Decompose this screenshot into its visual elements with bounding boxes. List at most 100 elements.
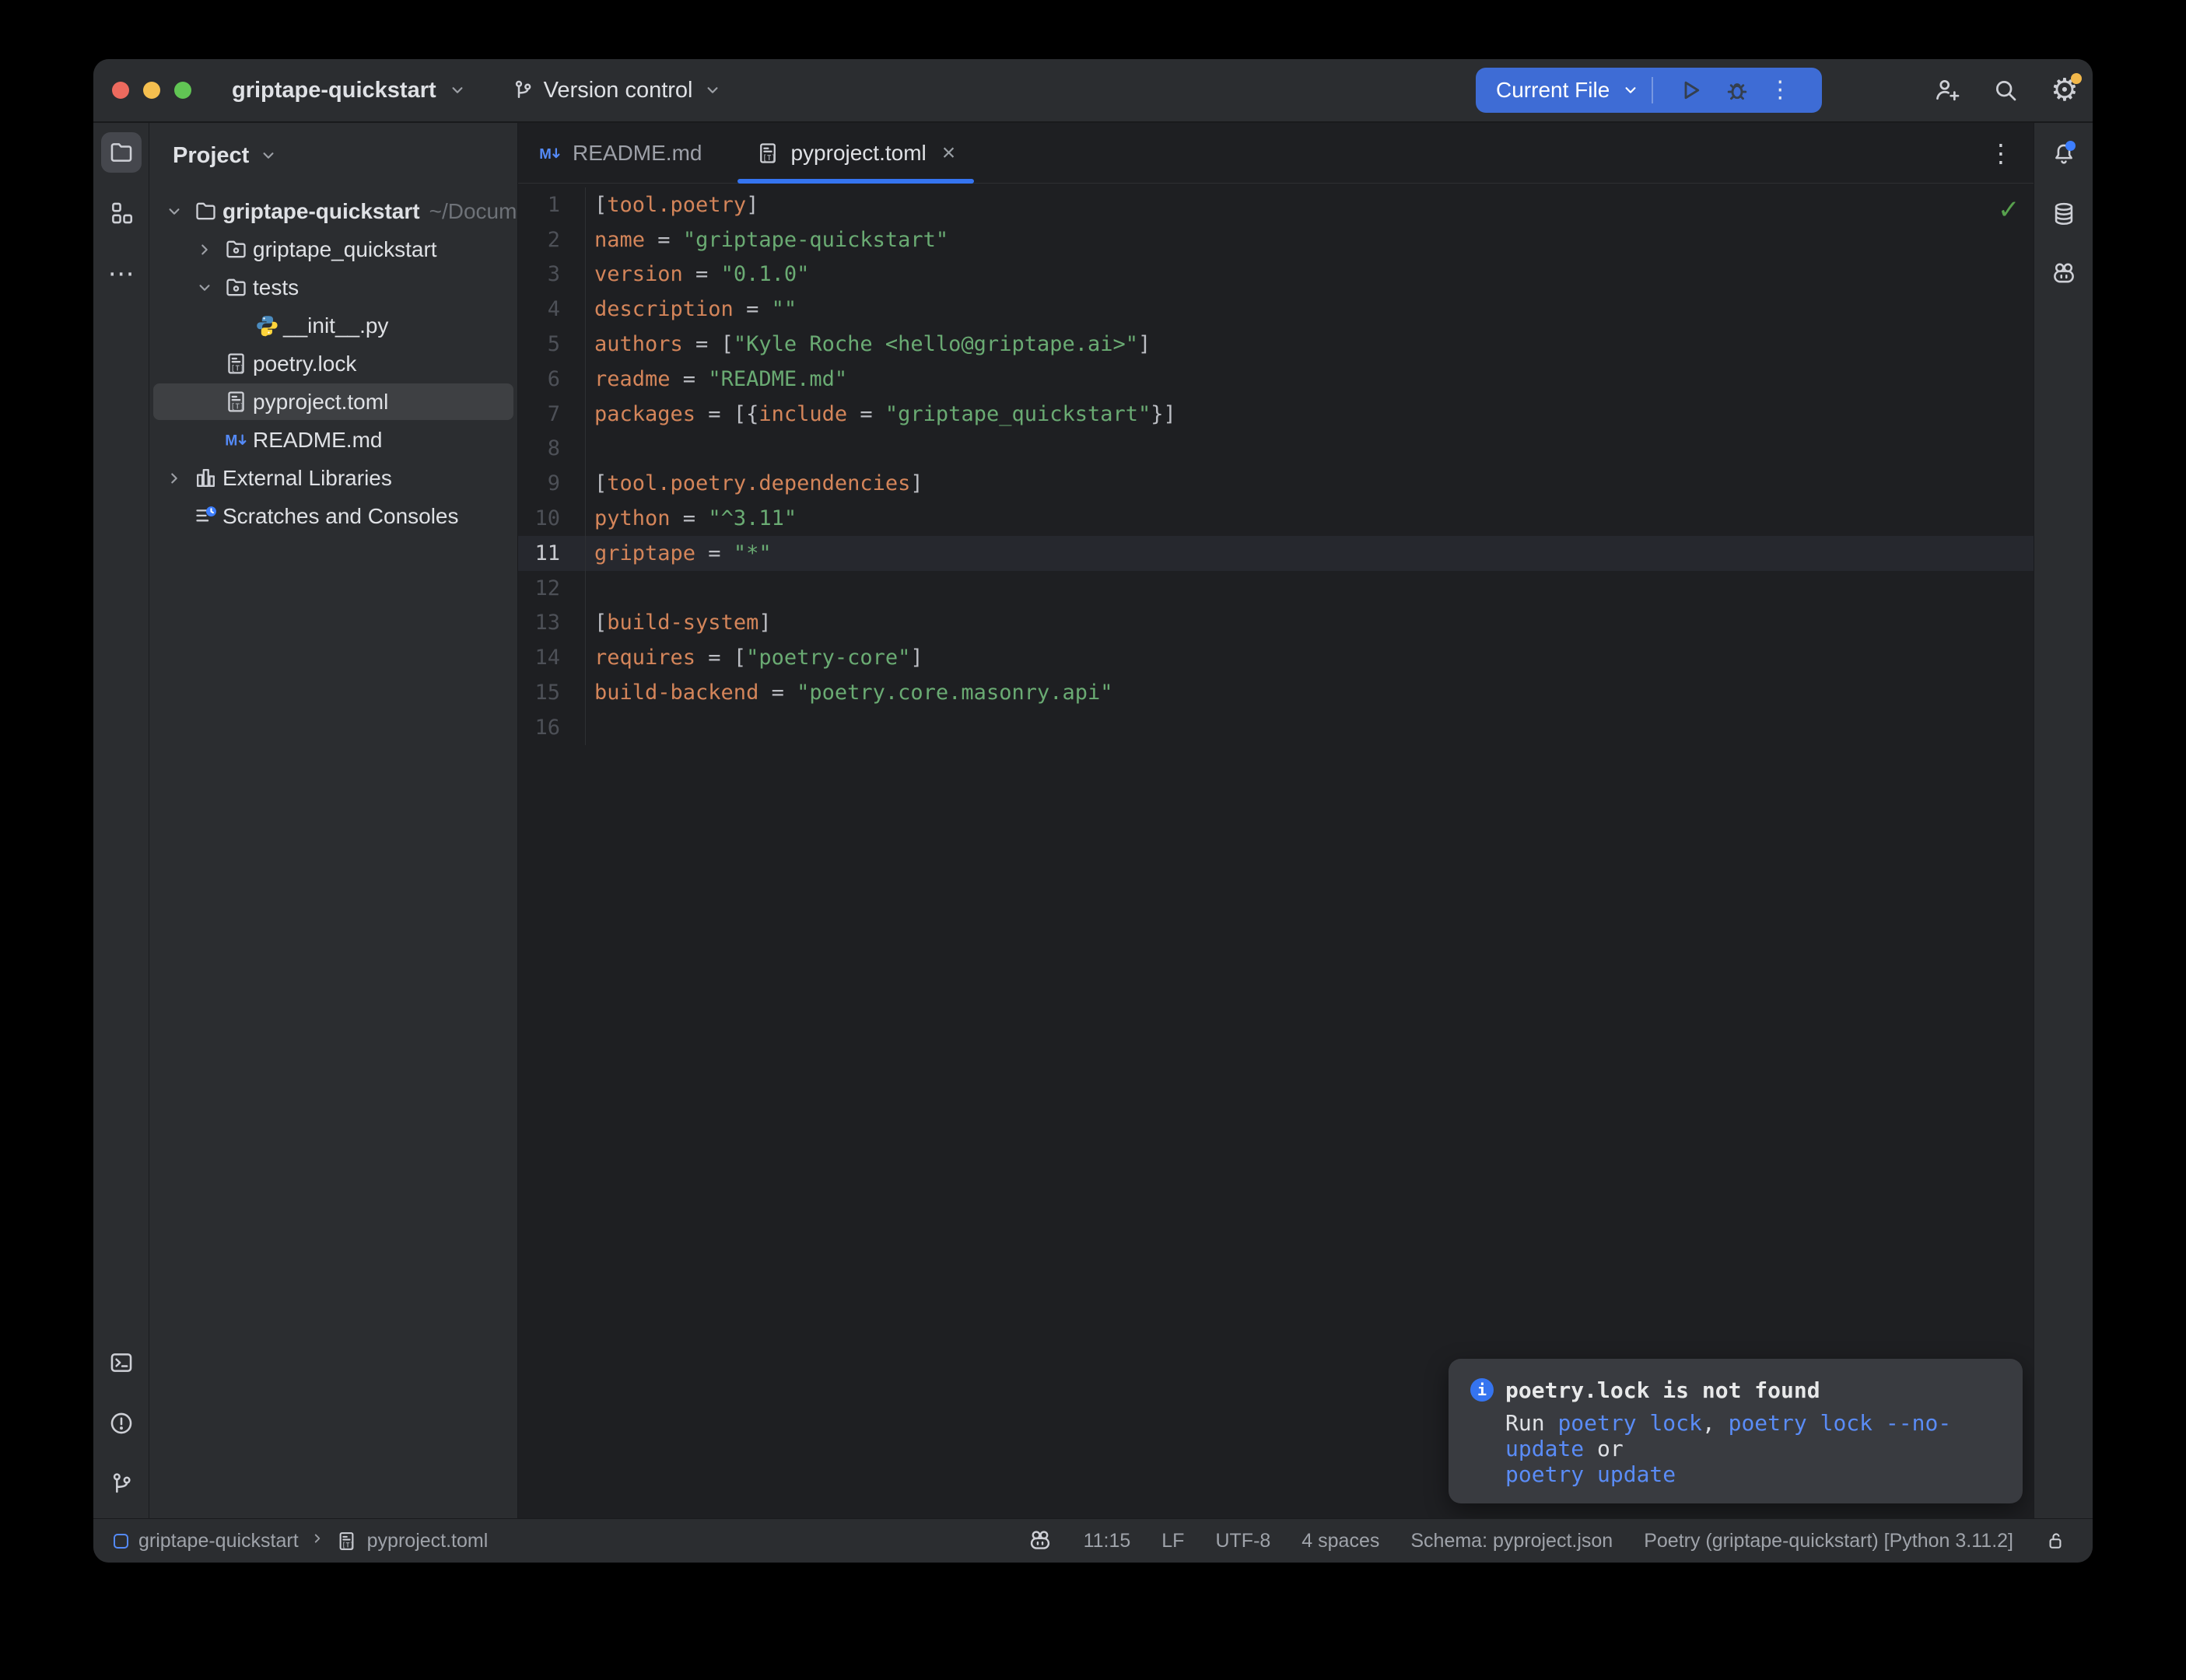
- chevron-right-icon[interactable]: [189, 234, 220, 265]
- line-number[interactable]: 11: [518, 536, 586, 571]
- chevron-down-icon[interactable]: [189, 272, 220, 303]
- line-number[interactable]: 4: [518, 292, 586, 327]
- line-number[interactable]: 16: [518, 710, 586, 745]
- status-item-5[interactable]: Poetry (griptape-quickstart) [Python 3.1…: [1644, 1530, 2013, 1552]
- toml-icon: [T]: [220, 387, 251, 418]
- breadcrumb-project[interactable]: griptape-quickstart: [138, 1530, 299, 1552]
- tree-item-griptape-quickstart[interactable]: griptape_quickstart: [149, 230, 517, 268]
- notification-link[interactable]: poetry update: [1505, 1461, 1676, 1487]
- notifications-tool-button[interactable]: [2044, 134, 2084, 174]
- tree-item-griptape-quickstart[interactable]: griptape-quickstart~/Docume: [149, 192, 517, 230]
- code-line-6[interactable]: 6readme = "README.md": [518, 362, 2034, 397]
- zoom-window-button[interactable]: [174, 82, 191, 99]
- more-tool-windows-button[interactable]: ⋯: [101, 254, 142, 294]
- notification-line1: Run poetry lock, poetry lock --no-update…: [1505, 1410, 2001, 1461]
- code-line-8[interactable]: 8: [518, 432, 2034, 467]
- code-line-11[interactable]: 11griptape = "*": [518, 536, 2034, 571]
- line-number[interactable]: 5: [518, 327, 586, 362]
- project-panel-header[interactable]: Project: [149, 123, 517, 188]
- code-line-15[interactable]: 15build-backend = "poetry.core.masonry.a…: [518, 675, 2034, 710]
- tree-item-readme-md[interactable]: MREADME.md: [149, 421, 517, 459]
- minimize-window-button[interactable]: [143, 82, 160, 99]
- debug-button[interactable]: [1723, 76, 1751, 104]
- line-number[interactable]: 3: [518, 257, 586, 292]
- close-tab-icon[interactable]: ×: [942, 142, 956, 165]
- line-number[interactable]: 15: [518, 675, 586, 710]
- tree-item-pyproject-toml[interactable]: [T]pyproject.toml: [149, 383, 517, 421]
- status-item-4[interactable]: Schema: pyproject.json: [1410, 1530, 1613, 1552]
- line-number[interactable]: 6: [518, 362, 586, 397]
- more-run-options-button[interactable]: ⋮: [1768, 79, 1792, 102]
- run-button[interactable]: [1676, 76, 1704, 104]
- code-line-7[interactable]: 7packages = [{include = "griptape_quicks…: [518, 397, 2034, 432]
- line-number[interactable]: 12: [518, 571, 586, 606]
- line-number[interactable]: 8: [518, 432, 586, 467]
- vcs-widget[interactable]: Version control: [511, 78, 723, 103]
- code-line-9[interactable]: 9[tool.poetry.dependencies]: [518, 466, 2034, 501]
- tree-item-external-libraries[interactable]: External Libraries: [149, 459, 517, 497]
- version-control-tool-button[interactable]: [101, 1464, 142, 1504]
- inspections-ok-icon[interactable]: ✓: [1998, 194, 2027, 224]
- svg-text:M: M: [225, 432, 237, 450]
- code-line-10[interactable]: 10python = "^3.11": [518, 501, 2034, 536]
- ai-assistant-tool-button[interactable]: [2044, 254, 2084, 294]
- tree-item-tests[interactable]: tests: [149, 268, 517, 306]
- line-number[interactable]: 13: [518, 606, 586, 641]
- line-number[interactable]: 7: [518, 397, 586, 432]
- code-line-4[interactable]: 4description = "": [518, 292, 2034, 327]
- breadcrumb-file[interactable]: pyproject.toml: [367, 1530, 489, 1552]
- structure-tool-button[interactable]: [101, 193, 142, 233]
- close-window-button[interactable]: [112, 82, 129, 99]
- status-item-1[interactable]: LF: [1161, 1530, 1184, 1552]
- ide-window: griptape-quickstart Version control Curr…: [93, 59, 2093, 1563]
- database-tool-button[interactable]: [2044, 194, 2084, 234]
- status-item-3[interactable]: 4 spaces: [1301, 1530, 1379, 1552]
- code-text: [tool.poetry.dependencies]: [586, 471, 923, 495]
- project-tree: griptape-quickstart~/Documegriptape_quic…: [149, 188, 517, 535]
- ai-status-icon[interactable]: [1028, 1528, 1053, 1553]
- tab-options-kebab-icon[interactable]: ⋮: [1988, 138, 2034, 168]
- line-number[interactable]: 9: [518, 466, 586, 501]
- line-number[interactable]: 14: [518, 640, 586, 675]
- tree-item-poetry-lock[interactable]: [T]poetry.lock: [149, 345, 517, 383]
- notification-badge-dot: [2065, 141, 2076, 151]
- chevron-right-icon[interactable]: [159, 463, 190, 494]
- code-line-13[interactable]: 13[build-system]: [518, 606, 2034, 641]
- markdown-file-icon: M: [538, 142, 562, 165]
- code-line-5[interactable]: 5authors = ["Kyle Roche <hello@griptape.…: [518, 327, 2034, 362]
- problems-tool-button[interactable]: [101, 1403, 142, 1444]
- project-tool-button[interactable]: [101, 132, 142, 173]
- code-line-12[interactable]: 12: [518, 571, 2034, 606]
- project-panel-title: Project: [173, 143, 249, 169]
- code-line-16[interactable]: 16: [518, 710, 2034, 745]
- code-line-14[interactable]: 14requires = ["poetry-core"]: [518, 640, 2034, 675]
- status-item-0[interactable]: 11:15: [1084, 1530, 1131, 1552]
- project-switcher[interactable]: griptape-quickstart: [232, 78, 468, 103]
- run-config-selector[interactable]: Current File: [1496, 78, 1610, 103]
- tree-item--init-py[interactable]: __init__.py: [149, 306, 517, 345]
- add-user-icon[interactable]: [1932, 76, 1960, 104]
- chevron-down-icon[interactable]: [159, 196, 190, 227]
- search-icon[interactable]: [1992, 76, 2020, 104]
- line-number[interactable]: 10: [518, 501, 586, 536]
- code-line-3[interactable]: 3version = "0.1.0": [518, 257, 2034, 292]
- code-editor[interactable]: ✓ 1[tool.poetry]2name = "griptape-quicks…: [518, 184, 2034, 1518]
- project-panel: Project griptape-quickstart~/Documegript…: [149, 123, 518, 1518]
- line-number[interactable]: 1: [518, 187, 586, 222]
- code-text: packages = [{include = "griptape_quickst…: [586, 402, 1176, 426]
- code-line-1[interactable]: 1[tool.poetry]: [518, 187, 2034, 222]
- run-widget[interactable]: Current File ⋮: [1476, 68, 1822, 113]
- line-number[interactable]: 2: [518, 222, 586, 257]
- settings-gear-icon[interactable]: ⚙: [2051, 76, 2079, 104]
- unlocked-icon[interactable]: [2044, 1530, 2066, 1552]
- code-text: requires = ["poetry-core"]: [586, 646, 923, 670]
- status-item-2[interactable]: UTF-8: [1215, 1530, 1270, 1552]
- tab-pyproject-toml[interactable]: [T] pyproject.toml ×: [736, 123, 976, 183]
- chevron-spacer: [219, 310, 250, 341]
- tree-item-scratches-and-consoles[interactable]: Scratches and Consoles: [149, 497, 517, 535]
- code-line-2[interactable]: 2name = "griptape-quickstart": [518, 222, 2034, 257]
- notification-link[interactable]: poetry lock: [1557, 1410, 1701, 1436]
- tab-readme[interactable]: M README.md: [518, 123, 722, 183]
- terminal-tool-button[interactable]: [101, 1342, 142, 1383]
- toml-file-icon: [T]: [756, 142, 779, 165]
